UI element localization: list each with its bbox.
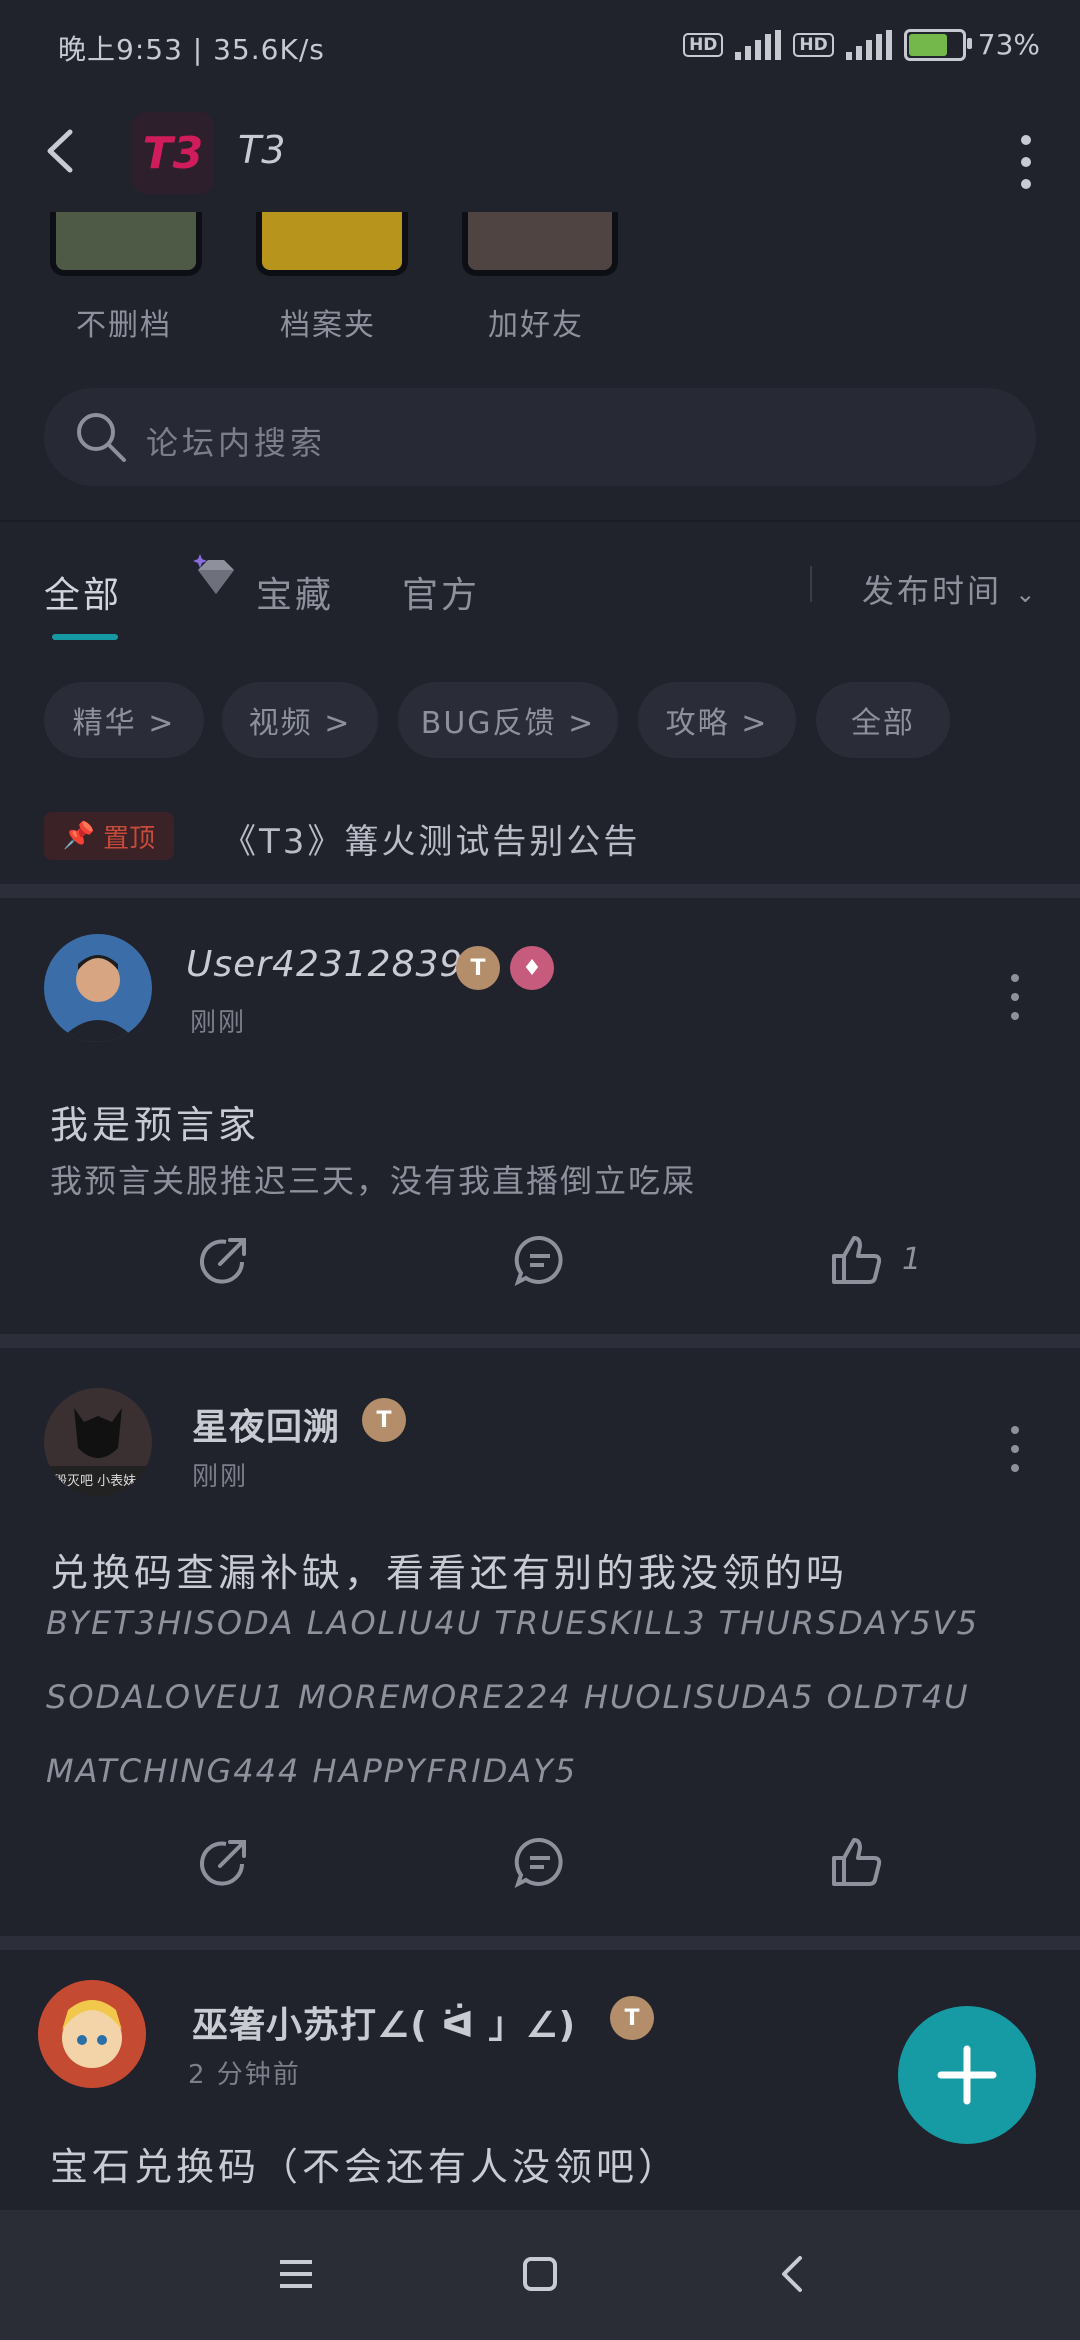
plus-icon <box>937 2045 997 2105</box>
avatar[interactable] <box>38 1980 146 2088</box>
level-badge: T <box>456 946 500 990</box>
quick-link-label[interactable]: 加好友 <box>488 300 584 344</box>
active-tab-indicator <box>52 634 118 640</box>
hd-icon: HD <box>683 32 724 57</box>
level-badge: T <box>362 1398 406 1442</box>
quick-link-label[interactable]: 不删档 <box>76 300 172 344</box>
like-icon[interactable] <box>828 1232 884 1288</box>
filter-chip-featured[interactable]: 精华 > <box>44 682 204 758</box>
tab-treasure[interactable]: 宝藏 <box>256 566 334 618</box>
post-username[interactable]: 巫箸小苏打∠( ᐛ 」∠) <box>192 1996 576 2048</box>
post-time: 刚刚 <box>190 1008 247 1038</box>
post-card[interactable]: 毁灭吧 小表妹 星夜回溯 T 刚刚 兑换码查漏补缺，看看还有别的我没领的吗 BY… <box>0 1348 1080 1936</box>
avatar[interactable]: 毁灭吧 小表妹 <box>44 1388 152 1496</box>
achievement-badge: ♦ <box>510 946 554 990</box>
share-icon[interactable] <box>196 1834 252 1890</box>
filter-chip-guide[interactable]: 攻略 > <box>638 682 796 758</box>
home-icon[interactable] <box>522 2256 558 2292</box>
page-title: T3 <box>238 128 286 172</box>
quick-link-label[interactable]: 档案夹 <box>280 300 376 344</box>
comment-icon[interactable] <box>512 1232 568 1288</box>
post-code-line[interactable]: MATCHING444 HAPPYFRIDAY5 <box>46 1752 577 1790</box>
avatar[interactable] <box>44 934 152 1042</box>
post-more-icon[interactable] <box>1008 1424 1022 1474</box>
comment-icon[interactable] <box>512 1834 568 1890</box>
sort-label: 发布时间 <box>862 572 1003 610</box>
search-placeholder: 论坛内搜索 <box>146 424 327 462</box>
sort-dropdown[interactable]: 发布时间 ⌄ <box>862 566 1038 612</box>
battery-icon <box>903 28 972 61</box>
like-icon[interactable] <box>828 1834 884 1890</box>
system-nav-bar <box>0 2210 1080 2340</box>
create-post-button[interactable] <box>898 2006 1036 2144</box>
post-body[interactable]: 我预言关服推迟三天，没有我直播倒立吃屎 <box>50 1156 696 1202</box>
menu-icon[interactable] <box>278 2256 314 2292</box>
back-icon[interactable] <box>774 2254 810 2294</box>
post-time: 2 分钟前 <box>188 2060 301 2090</box>
app-header: T3 T3 <box>0 96 1080 212</box>
avatar-caption: 毁灭吧 小表妹 <box>54 1474 137 1489</box>
tab-all[interactable]: 全部 <box>44 566 122 618</box>
post-username[interactable]: 星夜回溯 <box>192 1398 340 1450</box>
quick-link-icon-folder[interactable] <box>256 212 408 276</box>
search-icon <box>77 413 126 462</box>
filter-chip-bug[interactable]: BUG反馈 > <box>398 682 618 758</box>
share-icon[interactable] <box>196 1232 252 1288</box>
post-separator <box>0 1334 1080 1348</box>
post-code-line[interactable]: SODALOVEU1 MOREMORE224 HUOLISUDA5 OLDT4U <box>46 1678 970 1716</box>
post-title[interactable]: 兑换码查漏补缺，看看还有别的我没领的吗 <box>50 1542 848 1597</box>
app-logo: T3 <box>132 112 214 194</box>
post-separator <box>0 1936 1080 1950</box>
filter-chip-video[interactable]: 视频 > <box>222 682 378 758</box>
pinned-post-title[interactable]: 《T3》篝火测试告别公告 <box>222 814 640 863</box>
tab-official[interactable]: 官方 <box>402 566 480 618</box>
divider <box>0 520 1080 522</box>
level-badge: T <box>610 1996 654 2040</box>
post-time: 刚刚 <box>192 1462 249 1492</box>
status-icons: HD HD 73% <box>683 28 1040 61</box>
pin-icon: 📌 <box>62 821 96 851</box>
more-options-icon[interactable] <box>1006 132 1046 192</box>
forum-search-bar[interactable]: 论坛内搜索 <box>44 388 1036 486</box>
post-separator <box>0 884 1080 898</box>
status-time: 晚上9:53 | 35.6K/s <box>58 33 325 66</box>
chevron-down-icon: ⌄ <box>1015 580 1039 608</box>
status-bar: 晚上9:53 | 35.6K/s HD HD 73% <box>0 0 1080 96</box>
post-code-line[interactable]: BYET3HISODA LAOLIU4U TRUESKILL3 THURSDAY… <box>46 1604 979 1642</box>
filter-chip-all[interactable]: 全部 <box>816 682 950 758</box>
quick-link-icon-friend[interactable] <box>462 212 618 276</box>
pinned-badge: 📌 置顶 <box>44 812 174 860</box>
post-card[interactable]: User423128394 T ♦ 刚刚 我是预言家 我预言关服推迟三天，没有我… <box>0 898 1080 1334</box>
pinned-badge-label: 置顶 <box>103 823 156 854</box>
post-title[interactable]: 宝石兑换码（不会还有人没领吧） <box>50 2136 680 2191</box>
battery-percent: 73% <box>977 28 1040 61</box>
post-more-icon[interactable] <box>1008 972 1022 1022</box>
divider <box>810 566 812 602</box>
quick-link-icon-archive[interactable] <box>50 212 202 276</box>
back-arrow-icon[interactable] <box>38 126 88 176</box>
diamond-icon <box>193 554 234 594</box>
like-count: 1 <box>902 1242 922 1277</box>
hd-icon: HD <box>793 32 834 57</box>
post-username[interactable]: User423128394 <box>186 944 487 985</box>
signal-icon <box>735 29 782 60</box>
post-title[interactable]: 我是预言家 <box>50 1094 260 1149</box>
signal-icon <box>845 29 892 60</box>
